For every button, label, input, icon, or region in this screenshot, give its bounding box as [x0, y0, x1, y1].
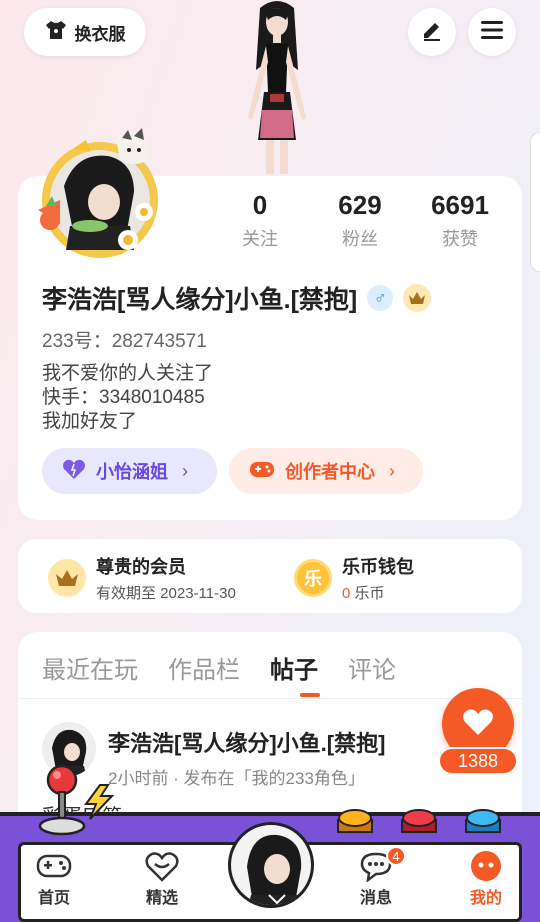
- nav-featured-label: 精选: [145, 890, 178, 907]
- tab-divider: [18, 698, 522, 699]
- stat-followers-value: 629: [338, 190, 382, 220]
- vip-title: 尊贵的会员: [96, 557, 186, 577]
- male-icon: ♂: [367, 285, 394, 311]
- nav-messages-label: 消息: [359, 890, 392, 907]
- gamepad-icon: [249, 459, 275, 484]
- bio-line: 我加好友了: [42, 411, 138, 432]
- user-id[interactable]: 233号：282743571: [42, 326, 207, 353]
- username-row: 李浩浩[骂人缘分]小鱼.[禁抱] ♂: [42, 280, 432, 316]
- gamepad-icon: [24, 848, 84, 884]
- bio: 我不爱你的人关注了 快手：3348010485 我加好友了: [42, 362, 213, 434]
- crown-icon: [48, 559, 86, 597]
- nav-character-avatar[interactable]: [228, 822, 314, 908]
- shirt-icon: [45, 20, 67, 45]
- post-author-name[interactable]: 李浩浩[骂人缘分]小鱼.[禁抱]: [108, 726, 385, 758]
- coin-wallet[interactable]: 乐 乐币钱包 0 乐币: [294, 553, 414, 603]
- stat-following-value: 0: [252, 190, 268, 220]
- change-outfit-label: 换衣服: [74, 24, 126, 44]
- bio-line: 我不爱你的人关注了: [42, 363, 214, 384]
- bio-line: 快手：3348010485: [42, 387, 205, 408]
- favorite-friend-button[interactable]: 小怡涵姐 ›: [42, 448, 217, 494]
- side-handle[interactable]: [530, 132, 540, 272]
- chevron-right-icon: ›: [389, 460, 395, 481]
- username: 李浩浩[骂人缘分]小鱼.[禁抱]: [42, 286, 358, 314]
- nav-mine[interactable]: 我的: [456, 848, 516, 908]
- wallet-balance: 0 乐币: [342, 582, 414, 603]
- tab-posts[interactable]: 帖子: [270, 650, 318, 685]
- heart-chat-icon: [132, 848, 192, 884]
- wallet-title: 乐币钱包: [342, 557, 414, 577]
- stat-likes-value: 6691: [431, 190, 489, 220]
- messages-badge: 4: [386, 846, 406, 866]
- creator-center-label: 创作者中心: [285, 462, 375, 482]
- tab-recently-played[interactable]: 最近在玩: [42, 650, 138, 685]
- profile-face-icon: [456, 848, 516, 884]
- active-tab-indicator: [300, 693, 320, 697]
- hamburger-icon: [481, 20, 503, 44]
- heart-icon: [62, 458, 86, 485]
- tab-works[interactable]: 作品栏: [168, 650, 240, 685]
- crown-icon[interactable]: [403, 284, 432, 312]
- post-meta: 2小时前 · 发布在「我的233角色」: [108, 769, 365, 788]
- creator-center-button[interactable]: 创作者中心 ›: [229, 448, 423, 494]
- content-tabs: 最近在玩 作品栏 帖子 评论: [42, 650, 396, 685]
- tab-comments[interactable]: 评论: [348, 650, 396, 685]
- pencil-icon: [421, 19, 443, 46]
- wallet-unit: 乐币: [354, 585, 385, 602]
- favorite-friend-label: 小怡涵姐: [96, 462, 168, 482]
- menu-button[interactable]: [468, 8, 516, 56]
- nav-featured[interactable]: 精选: [132, 848, 192, 908]
- stat-followers-label: 粉丝: [342, 229, 378, 249]
- arcade-button-blue-icon: [464, 806, 502, 834]
- nav-home[interactable]: 首页: [24, 848, 84, 908]
- arcade-button-red-icon: [400, 806, 438, 834]
- chevron-right-icon: ›: [182, 460, 188, 481]
- change-outfit-button[interactable]: 换衣服: [24, 8, 146, 56]
- stat-following-label: 关注: [242, 229, 278, 249]
- stat-followers[interactable]: 629 粉丝: [310, 190, 410, 251]
- vip-membership[interactable]: 尊贵的会员 有效期至 2023-11-30: [48, 553, 236, 603]
- vip-expiry: 有效期至 2023-11-30: [96, 585, 236, 602]
- stat-following[interactable]: 0 关注: [210, 190, 310, 251]
- membership-card: 尊贵的会员 有效期至 2023-11-30 乐 乐币钱包 0 乐币: [18, 539, 522, 613]
- stat-likes-label: 获赞: [442, 229, 478, 249]
- profile-avatar[interactable]: [30, 126, 170, 266]
- like-count: 1388: [438, 747, 518, 775]
- edit-button[interactable]: [408, 8, 456, 56]
- coin-icon: 乐: [294, 559, 332, 597]
- arcade-button-yellow-icon: [336, 806, 374, 834]
- joystick-icon: [38, 764, 88, 836]
- wallet-amount: 0: [342, 585, 351, 602]
- heart-icon: [462, 708, 494, 741]
- nav-mine-label: 我的: [469, 890, 502, 907]
- stat-likes[interactable]: 6691 获赞: [410, 190, 510, 251]
- stats-row: 0 关注 629 粉丝 6691 获赞: [210, 190, 510, 251]
- avatar-character[interactable]: [222, 0, 332, 178]
- nav-home-label: 首页: [37, 890, 70, 907]
- lightning-icon: [82, 784, 116, 820]
